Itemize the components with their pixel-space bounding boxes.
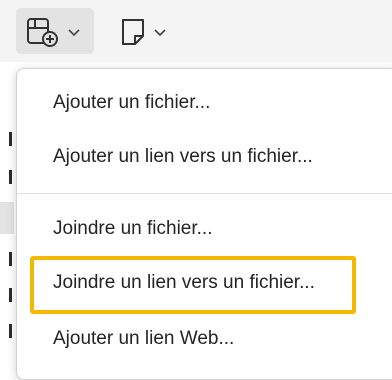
menu-item-add-link-to-file[interactable]: Ajouter un lien vers un fichier... xyxy=(17,137,392,177)
menu-item-add-web-link[interactable]: Ajouter un lien Web... xyxy=(17,319,392,359)
chevron-down-icon xyxy=(68,29,80,37)
background-text-fragment xyxy=(9,252,12,266)
toolbar xyxy=(0,0,392,62)
background-row-shade xyxy=(0,202,14,234)
attach-menu: Ajouter un fichier... Ajouter un lien ve… xyxy=(16,68,392,380)
attach-file-icon xyxy=(27,18,58,47)
background-text-fragment xyxy=(9,288,12,302)
attach-dropdown-button[interactable] xyxy=(16,8,94,54)
note-dropdown-button[interactable] xyxy=(110,8,176,54)
menu-separator xyxy=(17,193,392,194)
menu-item-attach-file[interactable]: Joindre un fichier... xyxy=(17,209,392,249)
menu-item-attach-link-to-file[interactable]: Joindre un lien vers un fichier... xyxy=(17,263,392,303)
background-text-fragment xyxy=(9,170,12,184)
background-text-fragment xyxy=(9,132,12,146)
background-text-fragment xyxy=(9,324,12,338)
chevron-down-icon xyxy=(154,29,166,37)
menu-item-add-file[interactable]: Ajouter un fichier... xyxy=(17,83,392,123)
note-icon xyxy=(122,19,144,45)
